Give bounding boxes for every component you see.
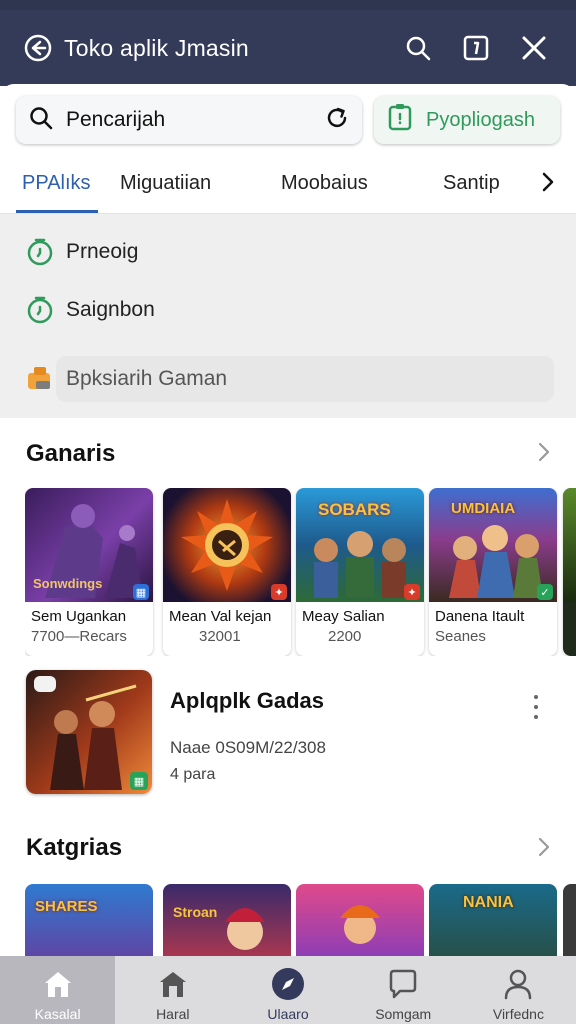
nav-messages-label: Somgam bbox=[375, 1006, 432, 1022]
featured-app-image: ▦ bbox=[26, 670, 152, 794]
search-icon[interactable] bbox=[398, 28, 438, 68]
history-label: Bpksiarih Gaman bbox=[66, 367, 228, 390]
game-card-logo-text: Sonwdings bbox=[33, 576, 103, 591]
suggestion-label: Prneoig bbox=[66, 240, 139, 263]
status-bar bbox=[0, 0, 576, 10]
nav-discover-label: Ulaaro bbox=[267, 1006, 309, 1022]
game-card[interactable]: SOBARS ✦ Meay Salian 2200 bbox=[296, 488, 424, 656]
nav-profile[interactable]: Virfednc bbox=[461, 956, 576, 1024]
category-card-row: SHARES Stroan NANIA bbox=[25, 884, 576, 956]
category-card[interactable]: SHARES bbox=[25, 884, 153, 956]
category-card[interactable]: NANIA bbox=[429, 884, 557, 956]
nav-home[interactable]: Kasalal bbox=[0, 956, 116, 1024]
suggestion-item[interactable]: Prneoig bbox=[24, 236, 138, 268]
game-card-image: Sonwdings ▦ bbox=[25, 488, 153, 602]
tab-3[interactable]: Moobaius bbox=[281, 172, 368, 195]
game-card-title: Sem Ugankan bbox=[31, 608, 127, 625]
category-card-logo-text: SHARES bbox=[35, 898, 98, 915]
category-tabs: PPAlıks Miguatiian Moobaius Santip bbox=[0, 154, 576, 214]
tab-apps[interactable]: PPAlıks bbox=[22, 172, 91, 195]
chevron-right-icon[interactable] bbox=[534, 440, 554, 464]
info-icon[interactable] bbox=[456, 28, 496, 68]
game-card-image bbox=[563, 488, 576, 602]
game-card[interactable]: Sonwdings ▦ Sem Ugankan 7700—Recars bbox=[25, 488, 153, 656]
suggestion-label: Saignbon bbox=[66, 298, 155, 321]
game-card-logo-text: SOBARS bbox=[318, 500, 391, 519]
clock-icon bbox=[24, 236, 56, 268]
game-card-title: Meay Salian bbox=[302, 608, 385, 625]
clock-icon bbox=[24, 294, 56, 326]
history-item[interactable]: Bpksiarih Gaman bbox=[24, 356, 554, 402]
chevron-right-icon[interactable] bbox=[534, 835, 554, 859]
featured-app-size: 4 para bbox=[170, 766, 216, 783]
section-title-categories: Katgrias bbox=[26, 834, 123, 861]
tab-2[interactable]: Miguatiian bbox=[120, 172, 211, 195]
nav-discover[interactable]: Ulaaro bbox=[230, 956, 345, 1024]
game-card-image: ✦ bbox=[163, 488, 291, 602]
store-badge-icon: ▦ bbox=[133, 584, 149, 600]
search-icon bbox=[28, 105, 54, 136]
game-card[interactable]: ✦ Mean Val kejan 32001 bbox=[163, 488, 291, 656]
clipboard-button[interactable]: Pyopliogash bbox=[374, 96, 560, 144]
featured-app-title: Aplqplk Gadas bbox=[170, 688, 325, 713]
app-header: Toko aplik Jmasin bbox=[0, 10, 576, 86]
app-logo-icon bbox=[34, 676, 56, 692]
history-icon bbox=[24, 363, 56, 395]
store-badge-icon: ✦ bbox=[404, 584, 420, 600]
nav-messages[interactable]: Somgam bbox=[346, 956, 461, 1024]
search-query: Pencarijah bbox=[66, 108, 166, 131]
search-input[interactable]: Pencarijah bbox=[16, 96, 362, 144]
chevron-right-icon[interactable] bbox=[535, 170, 559, 194]
category-card[interactable]: Stroan bbox=[163, 884, 291, 956]
page-title: Toko aplik Jmasin bbox=[64, 34, 249, 61]
store-badge-icon: ✓ bbox=[537, 584, 553, 600]
category-card[interactable] bbox=[563, 884, 576, 956]
game-card-title: Mean Val kejan bbox=[169, 608, 272, 625]
game-card[interactable] bbox=[563, 488, 576, 656]
suggestion-item[interactable]: Saignbon bbox=[24, 294, 155, 326]
more-options-icon[interactable] bbox=[526, 692, 546, 722]
store-badge-icon: ✦ bbox=[271, 584, 287, 600]
home-icon bbox=[40, 966, 76, 1002]
bottom-navigation: Kasalal Haral Ulaaro Somgam Virfednc bbox=[0, 956, 576, 1024]
game-card-title: Danena Itault bbox=[435, 608, 525, 625]
refresh-icon[interactable] bbox=[324, 105, 350, 136]
active-tab-indicator bbox=[16, 210, 98, 213]
chat-icon bbox=[385, 966, 421, 1002]
game-card[interactable]: UMDIAIA ✓ Danena Itault Seanes bbox=[429, 488, 557, 656]
compass-icon bbox=[270, 966, 306, 1002]
featured-app-meta: Naae 0S09M/22/308 bbox=[170, 738, 326, 757]
clipboard-button-label: Pyopliogash bbox=[426, 108, 535, 131]
nav-profile-label: Virfednc bbox=[492, 1006, 544, 1022]
store-badge-icon: ▦ bbox=[130, 772, 148, 790]
back-icon[interactable] bbox=[22, 32, 54, 64]
search-suggestions: Prneoig Saignbon Bpksiarih Gaman bbox=[0, 214, 576, 418]
close-icon[interactable] bbox=[514, 28, 554, 68]
section-title-games: Ganaris bbox=[26, 440, 116, 467]
nav-home-label: Kasalal bbox=[34, 1006, 81, 1022]
game-card-subtitle: 2200 bbox=[328, 628, 362, 645]
game-card-subtitle: 7700—Recars bbox=[31, 628, 127, 645]
game-card-subtitle: Seanes bbox=[435, 628, 486, 645]
tab-4[interactable]: Santip bbox=[443, 172, 500, 195]
game-card-image: SOBARS ✦ bbox=[296, 488, 424, 602]
profile-icon bbox=[500, 966, 536, 1002]
nav-store-label: Haral bbox=[156, 1006, 190, 1022]
game-card-image: UMDIAIA ✓ bbox=[429, 488, 557, 602]
featured-app[interactable]: ▦ Aplqplk Gadas Naae 0S09M/22/308 4 para bbox=[26, 670, 556, 796]
nav-store[interactable]: Haral bbox=[115, 956, 230, 1024]
game-card-logo-text: UMDIAIA bbox=[451, 500, 516, 517]
clipboard-icon bbox=[388, 103, 412, 137]
store-icon bbox=[155, 966, 191, 1002]
category-card[interactable] bbox=[296, 884, 424, 956]
category-card-logo-text: NANIA bbox=[463, 894, 514, 911]
game-card-row: Sonwdings ▦ Sem Ugankan 7700—Recars ✦ Me… bbox=[25, 488, 576, 656]
game-card-subtitle: 32001 bbox=[199, 628, 241, 645]
